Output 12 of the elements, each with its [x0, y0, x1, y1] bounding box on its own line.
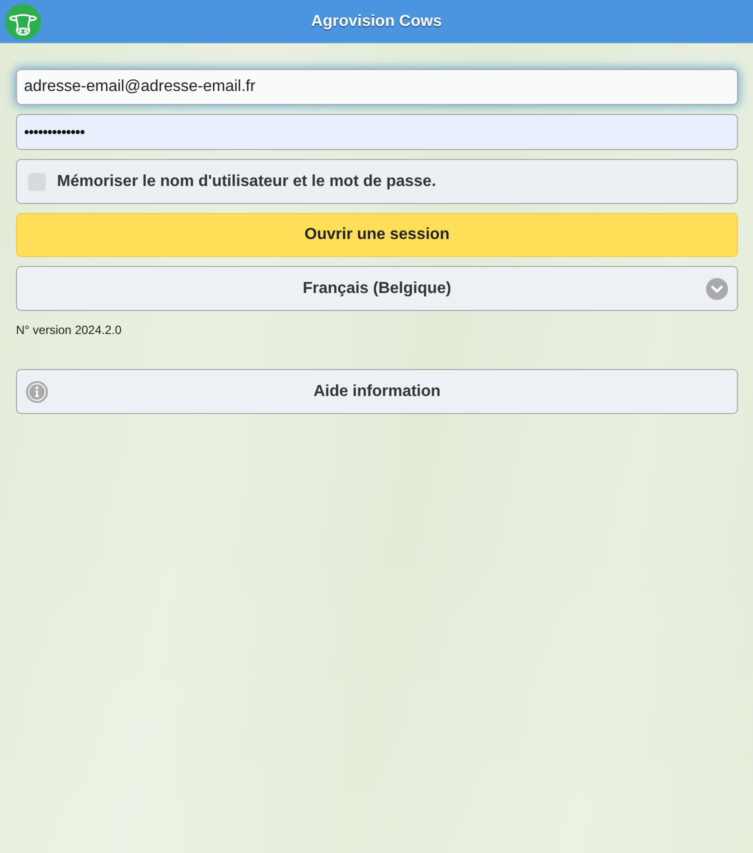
password-field[interactable]: ••••••••••••• — [16, 114, 738, 150]
app-title: Agrovision Cows — [311, 12, 442, 30]
login-button[interactable]: Ouvrir une session — [16, 213, 738, 257]
help-button[interactable]: Aide information — [16, 369, 738, 414]
info-icon — [26, 380, 48, 402]
remember-label: Mémoriser le nom d'utilisateur et le mot de passe. — [57, 172, 436, 190]
remember-option[interactable]: Mémoriser le nom d'utilisateur et le mot de passe. — [16, 159, 738, 204]
language-select[interactable]: Français (Belgique) — [16, 266, 738, 311]
version-text: N° version 2024.2.0 — [16, 323, 122, 337]
chevron-down-icon — [706, 278, 728, 300]
cow-head-logo-icon — [5, 4, 41, 40]
email-field[interactable]: adresse-email@adresse-email.fr — [16, 69, 738, 105]
